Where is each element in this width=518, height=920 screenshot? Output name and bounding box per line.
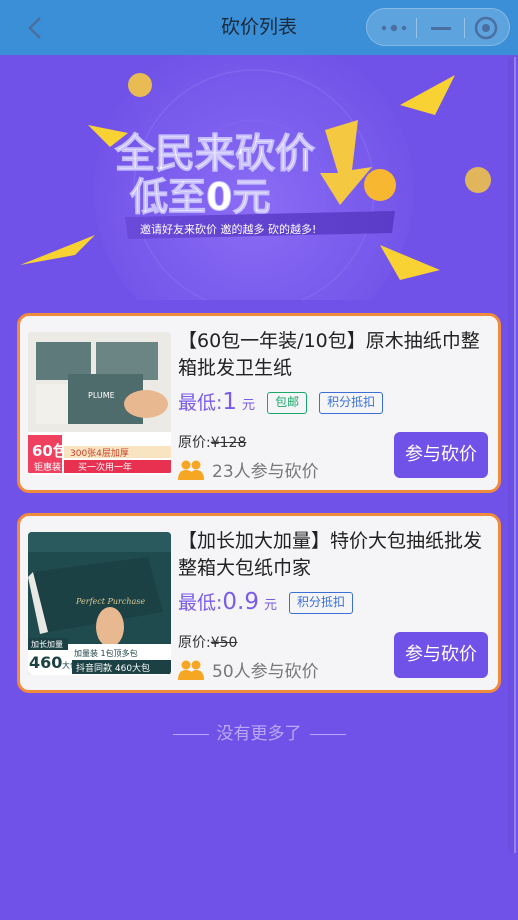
coin-icon [128,73,152,97]
price-value: 1 [222,389,238,415]
coin-icon [465,167,491,193]
product-title: 【加长加大加量】特价大包抽纸批发整箱大包纸巾家 [178,530,483,579]
product-card[interactable]: PLUME 60包 钜惠装 300张4层加厚 买一次用一年 【60包一年装/10… [17,313,501,493]
product-card[interactable]: Perfect Purchase 加长加量 460 大包 加量装 1包顶多包 抖… [17,513,501,693]
price-unit: 元 [242,398,256,413]
price-label: 最低: [178,392,223,414]
participants: 23人参与砍价 [178,457,319,482]
banner-headline-2: 低至0元 [130,175,270,219]
scrollbar[interactable] [508,57,516,853]
no-more-text: 没有更多了 [216,724,302,744]
svg-text:加量装 1包顶多包: 加量装 1包顶多包 [74,648,138,658]
price-label: 最低: [178,592,223,614]
no-more-indicator: 没有更多了 [0,719,518,744]
points-deduction-tag: 积分抵扣 [319,392,384,414]
participants-count: 23人参与砍价 [212,462,319,482]
join-bargain-button[interactable]: 参与砍价 [394,632,488,678]
divider-line [172,733,209,735]
divider-line [309,733,346,735]
svg-text:Perfect Purchase: Perfect Purchase [75,597,145,606]
users-icon [178,460,204,480]
product-image: Perfect Purchase 加长加量 460 大包 加量装 1包顶多包 抖… [28,532,171,675]
promo-banner: 全民来砍价 低至0元 邀请好友来砍价 邀的越多 砍的越多! [0,55,508,300]
original-price-label: 原价: [178,435,211,451]
participants: 50人参与砍价 [178,657,319,682]
svg-text:460: 460 [29,653,62,672]
price-unit: 元 [263,598,277,613]
original-price: 原价:¥50 [178,632,237,652]
users-icon [178,660,204,680]
mini-program-capsule [366,8,510,46]
close-target-icon[interactable] [473,15,499,41]
svg-text:买一次用一年: 买一次用一年 [78,461,132,473]
banner-headline-1: 全民来砍价 [114,131,315,177]
svg-text:抖音同款 460大包: 抖音同款 460大包 [76,662,150,674]
price-row: 最低: 1 元 包邮 积分抵扣 [178,388,384,417]
capsule-divider [464,18,465,38]
points-deduction-tag: 积分抵扣 [289,592,354,614]
price-row: 最低: 0.9 元 积分抵扣 [178,588,354,617]
capsule-divider [416,18,417,38]
product-title: 【60包一年装/10包】原木抽纸巾整箱批发卫生纸 [178,330,480,379]
original-price-value: ¥128 [210,435,247,451]
join-bargain-button[interactable]: 参与砍价 [394,432,488,478]
free-shipping-tag: 包邮 [267,392,308,414]
top-nav-bar: 砍价列表 [0,0,518,55]
svg-text:PLUME: PLUME [88,391,115,400]
svg-text:300张4层加厚: 300张4层加厚 [70,448,129,459]
svg-text:钜惠装: 钜惠装 [34,461,61,473]
coin-icon [364,169,396,201]
original-price-label: 原价: [178,635,211,651]
price-value: 0.9 [222,589,259,615]
original-price-value: ¥50 [210,635,238,651]
svg-text:加长加量: 加长加量 [31,639,63,649]
original-price: 原价:¥128 [178,432,246,452]
banner-subline: 邀请好友来砍价 邀的越多 砍的越多! [140,222,316,236]
product-image: PLUME 60包 钜惠装 300张4层加厚 买一次用一年 [28,332,171,475]
participants-count: 50人参与砍价 [212,662,319,682]
more-options-icon[interactable] [379,20,409,36]
minimize-icon[interactable] [429,20,453,36]
svg-text:60包: 60包 [32,442,68,460]
